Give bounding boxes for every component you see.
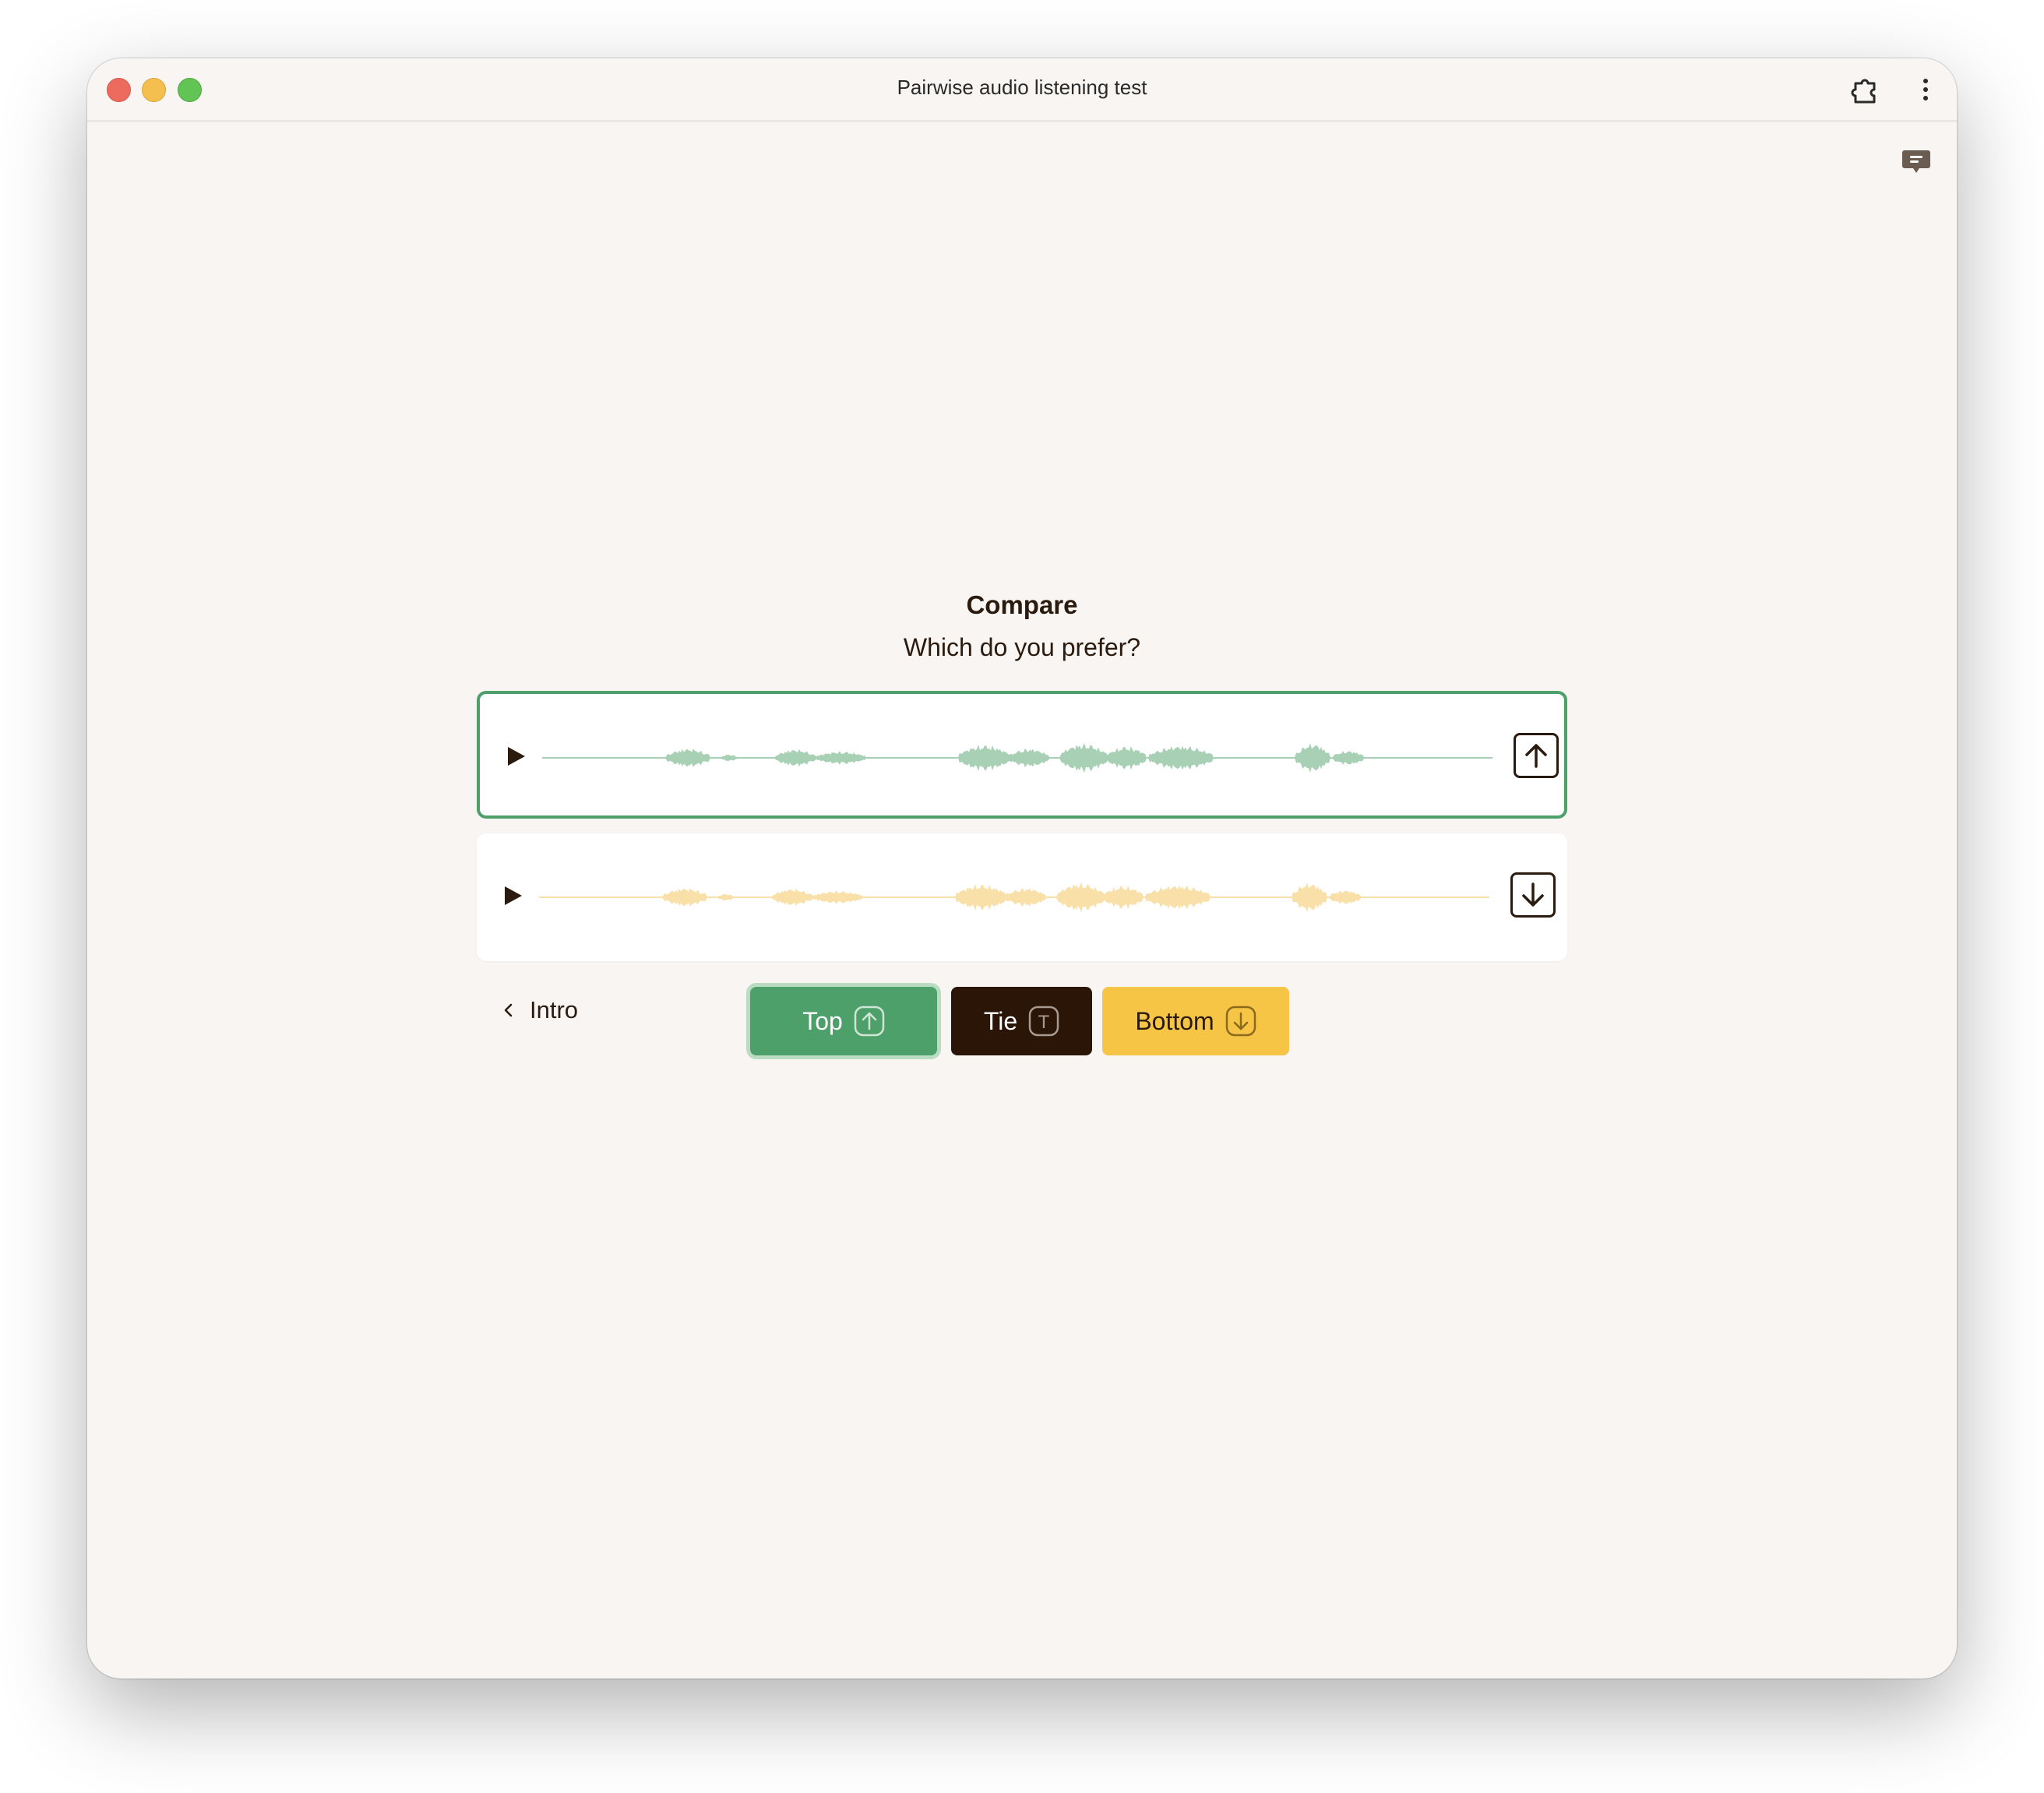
waveform-shape: [539, 882, 1489, 913]
audio-sample-top[interactable]: [477, 691, 1567, 819]
bottom-label: Bottom: [1135, 1006, 1214, 1035]
arrow-up-icon: [1525, 744, 1547, 768]
play-icon[interactable]: [502, 742, 530, 770]
title-bar: Pairwise audio listening test: [87, 58, 1957, 122]
top-label: Top: [802, 1006, 843, 1035]
select-top-button[interactable]: [1514, 733, 1559, 778]
window-title: Pairwise audio listening test: [897, 76, 1147, 99]
chat-bubble-icon[interactable]: [1901, 146, 1932, 177]
waveform-shape: [542, 742, 1492, 773]
intro-label: Intro: [530, 996, 579, 1023]
arrow-down-icon: [1522, 882, 1544, 907]
preference-prompt: Which do you prefer?: [903, 633, 1141, 661]
choose-tie-button[interactable]: Tie T: [951, 987, 1092, 1055]
chevron-left-icon: [504, 1003, 513, 1017]
waveform-top[interactable]: [542, 719, 1492, 797]
back-to-intro-link[interactable]: Intro: [500, 991, 578, 1030]
up-arrow-key-icon: [854, 1006, 885, 1037]
choose-top-button[interactable]: Top: [750, 987, 937, 1055]
t-key-icon: T: [1028, 1006, 1059, 1037]
app-window: Pairwise audio listening test Compare Wh…: [87, 58, 1957, 1679]
waveform-bottom[interactable]: [539, 858, 1489, 936]
audio-sample-bottom[interactable]: [477, 833, 1567, 961]
tie-label: Tie: [983, 1006, 1018, 1035]
down-arrow-key-icon: [1225, 1006, 1256, 1037]
page-heading: Compare: [966, 590, 1078, 619]
play-icon[interactable]: [499, 882, 527, 910]
choose-bottom-button[interactable]: Bottom: [1102, 987, 1289, 1055]
vertical-ellipsis-icon[interactable]: [1910, 74, 1941, 105]
puzzle-piece-icon[interactable]: [1849, 74, 1880, 105]
select-bottom-button[interactable]: [1510, 872, 1556, 918]
svg-text:T: T: [1038, 1012, 1050, 1033]
